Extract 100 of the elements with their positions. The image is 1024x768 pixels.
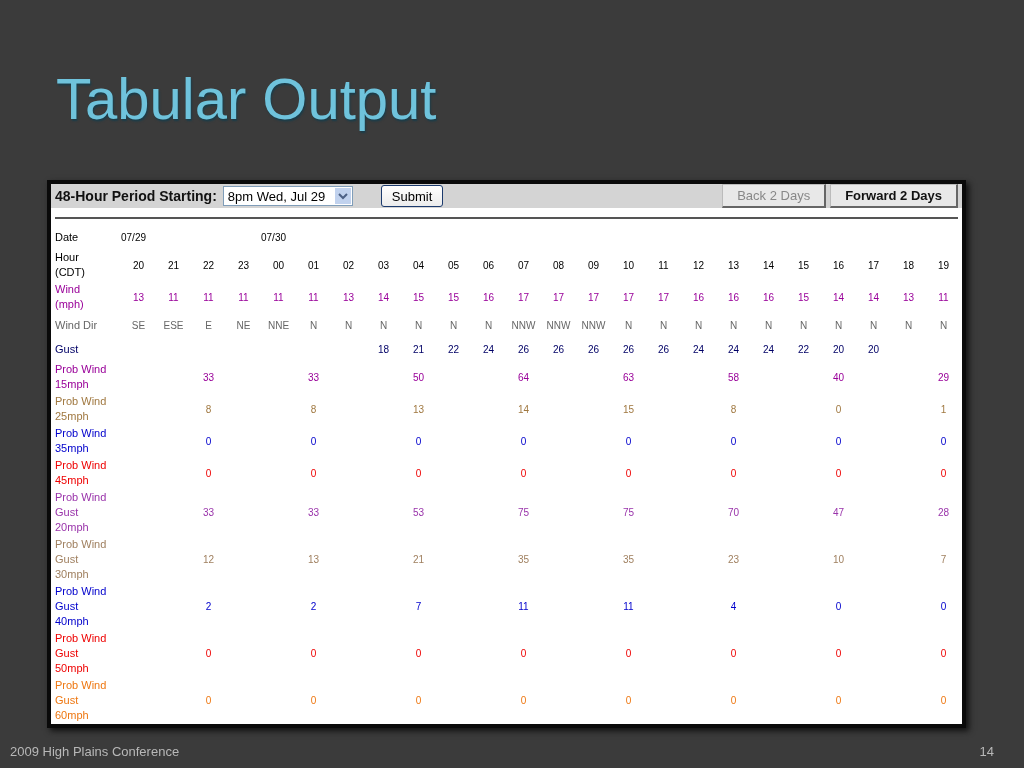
table-cell: 0 [520,695,527,706]
table-cell: NNE [267,319,290,331]
table-cell: 12 [202,554,215,565]
table-cell: 50 [412,371,425,383]
table-cell: 07/29 [121,231,147,243]
table-cell: 22 [447,343,460,355]
table-cell: N [939,319,948,331]
table-cell: N [449,319,458,331]
table-cell: 11 [623,601,634,612]
table-cell: N [414,319,423,331]
submit-button[interactable]: Submit [380,185,444,207]
table-cell: 02 [342,259,355,271]
period-select[interactable]: 8pm Wed, Jul 29 [222,186,353,206]
table-cell: 2 [205,601,212,612]
table-cell: 16 [482,291,495,303]
table-cell: 0 [415,695,422,706]
table-cell: 75 [622,507,635,518]
table-cell: 0 [730,648,737,659]
table-cell: 26 [587,343,600,355]
table-cell: 23 [237,259,250,271]
table-cell: 13 [727,259,740,271]
table-cell: 24 [482,343,495,355]
table-cell: 17 [622,291,635,303]
table-cell: NNW [546,319,571,331]
table-cell: 0 [940,435,947,447]
table-cell: 16 [692,291,705,303]
table-cell: 0 [625,648,632,659]
table-cell: 22 [202,259,215,271]
table-cell: 16 [832,259,845,271]
table-cell: 14 [517,403,530,415]
table-cell: 0 [205,435,212,447]
table-cell: 7 [940,554,947,565]
nav-button[interactable]: Forward 2 Days [830,184,958,208]
table-cell: 15 [412,291,425,303]
table-cell: 11 [658,259,669,271]
period-label: 48-Hour Period Starting: [55,188,217,204]
table-cell: 0 [520,435,527,447]
table-cell: 03 [377,259,390,271]
table-cell: 0 [205,648,212,659]
table-cell: 63 [622,371,635,383]
table-cell: 11 [273,291,284,303]
table-cell: 58 [727,371,740,383]
table-cell: ESE [163,319,184,331]
row-label: Wind (mph) [55,283,84,310]
table-cell: 0 [205,695,212,706]
table-cell: 0 [940,648,947,659]
table-cell: 0 [730,435,737,447]
table-cell: E [205,319,212,331]
table-cell: N [869,319,878,331]
table-cell: 20 [867,343,880,355]
table-cell: N [904,319,913,331]
table-cell: 0 [310,467,317,479]
table-cell: 19 [937,259,950,271]
table-cell: 33 [307,371,320,383]
table-cell: 10 [832,554,845,565]
caret-icon [334,188,351,204]
table-cell: 70 [727,507,740,518]
table-cell: 0 [835,435,842,447]
table-cell: 06 [482,259,495,271]
row-label: Prob Wind Gust 30mph [55,538,107,580]
table-cell: N [729,319,738,331]
table-cell: NE [236,319,251,331]
table-cell: 8 [310,403,317,415]
table-cell: 0 [940,467,947,479]
table-cell: 15 [797,259,810,271]
table-cell: 26 [657,343,670,355]
table-cell: 33 [202,371,215,383]
table-cell: 14 [377,291,390,303]
table-cell: 0 [835,695,842,706]
row-label: Prob Wind 35mph [55,427,107,454]
table-cell: 29 [937,371,950,383]
table-cell: 11 [938,291,949,303]
table-cell: 0 [835,467,842,479]
table-cell: 0 [940,601,947,612]
table-cell: 16 [727,291,740,303]
table-cell: 18 [902,259,915,271]
table-cell: 05 [447,259,460,271]
table-cell: 26 [517,343,530,355]
table-cell: 24 [692,343,705,355]
table-cell: 26 [552,343,565,355]
row-label: Hour (CDT) [55,251,85,278]
row-label: Wind Dir [55,318,98,331]
row-label: Prob Wind Gust 50mph [55,632,107,674]
table-cell: 0 [205,467,212,479]
table-cell: 07 [517,259,530,271]
table-cell: 13 [132,291,145,303]
table-cell: 18 [377,343,390,355]
table-cell: N [344,319,353,331]
table-cell: 0 [310,435,317,447]
table-cell: 0 [310,695,317,706]
table-cell: 20 [832,343,845,355]
table-cell: 13 [307,554,320,565]
table-cell: 14 [867,291,880,303]
table-cell: N [484,319,493,331]
table-cell: N [659,319,668,331]
table-cell: 15 [622,403,635,415]
table-cell: 8 [730,403,737,415]
table-cell: 35 [622,554,635,565]
row-label: Gust [55,342,79,355]
row-label: Date [55,230,79,243]
